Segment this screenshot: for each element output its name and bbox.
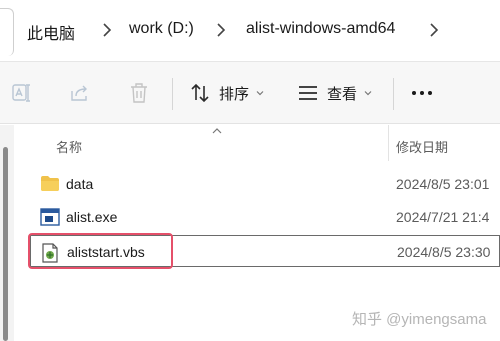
column-header-modified[interactable]: 修改日期 [396,137,448,156]
exe-icon [40,208,60,231]
watermark-text: 知乎 @yimengsama [352,311,487,328]
delete-button[interactable] [127,78,151,108]
column-divider[interactable] [388,125,389,161]
back-button-edge[interactable] [0,8,14,56]
column-header-name[interactable]: 名称 [56,137,82,156]
breadcrumb-work-drive[interactable]: work (D:) [129,20,194,38]
chevron-right-icon[interactable] [215,22,227,38]
breadcrumb-alist-folder[interactable]: alist-windows-amd64 [246,20,395,38]
more-options-button[interactable] [410,78,434,108]
view-label: 查看 [327,85,358,103]
toolbar-divider [172,78,173,110]
sort-label: 排序 [219,85,250,103]
command-bar: 排序 查看 [0,62,500,124]
chevron-down-icon [256,91,264,96]
rename-icon [10,81,34,105]
file-name: alist.exe [66,209,118,225]
file-name: data [66,176,94,192]
file-row-alist-exe[interactable]: alist.exe 2024/7/21 21:4 [30,201,500,233]
address-bar: 此电脑 work (D:) alist-windows-amd64 [0,0,500,62]
scrollbar[interactable] [0,125,14,341]
trash-icon [127,81,151,105]
highlight-annotation [28,233,173,269]
toolbar-divider [393,78,394,110]
file-row-data[interactable]: data 2024/8/5 23:01 [30,168,500,200]
share-icon [68,81,92,105]
view-list-icon [297,82,319,104]
scrollbar-thumb[interactable] [3,147,8,341]
file-modified-date: 2024/8/5 23:01 [396,176,490,192]
file-modified-date: 2024/7/21 21:4 [396,209,490,225]
share-button[interactable] [68,78,92,108]
view-button[interactable]: 查看 [297,78,373,108]
breadcrumb-this-pc[interactable]: 此电脑 [27,20,75,44]
chevron-down-icon [364,91,372,96]
rename-button[interactable] [10,78,34,108]
more-dots-icon [412,91,432,95]
sort-arrows-icon [189,82,211,104]
sort-ascending-icon [212,128,222,134]
folder-icon [40,175,60,197]
sort-button[interactable]: 排序 [189,78,265,108]
chevron-right-icon[interactable] [428,22,440,38]
chevron-right-icon[interactable] [101,22,113,38]
file-modified-date: 2024/8/5 23:30 [397,244,491,260]
